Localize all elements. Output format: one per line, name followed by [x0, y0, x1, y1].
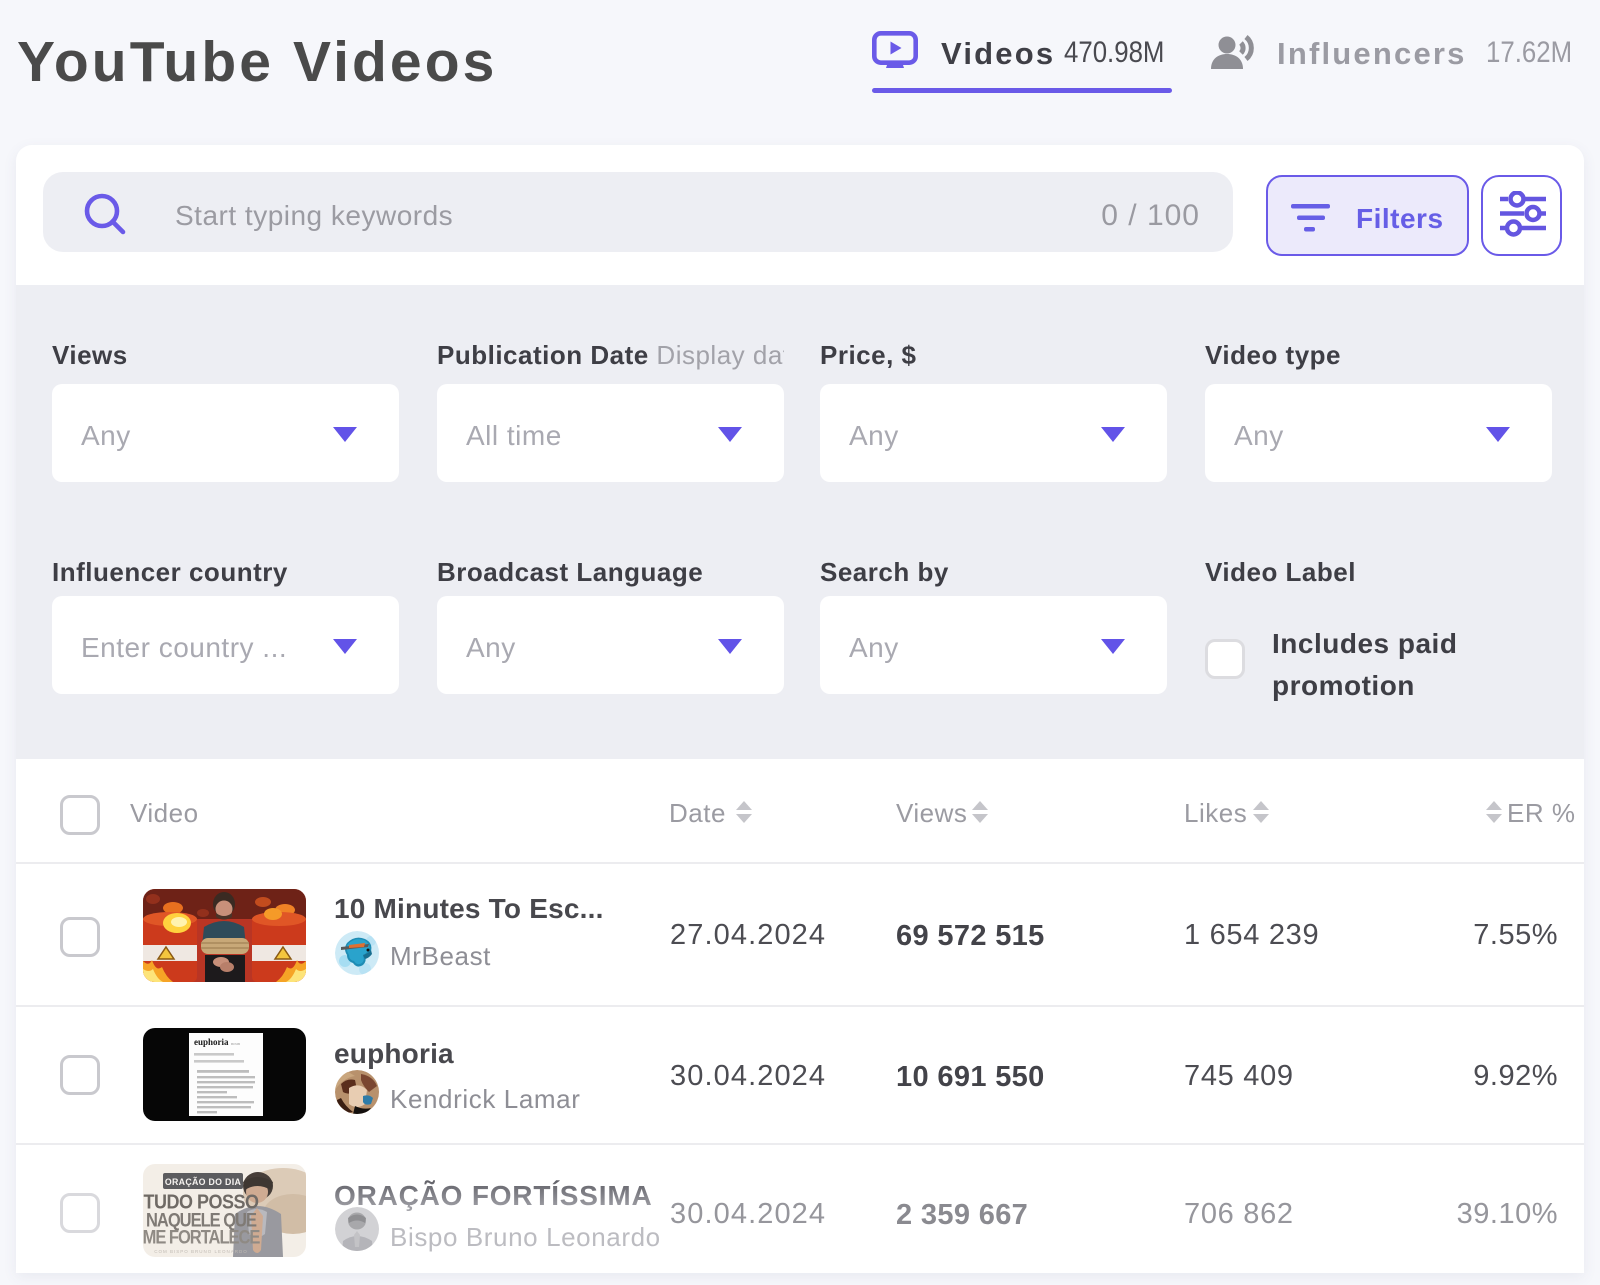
svg-text:euphoria: euphoria: [194, 1037, 229, 1047]
svg-text:ME FORTALECE: ME FORTALECE: [143, 1226, 261, 1247]
svg-text:COM BISPO BRUNO LEONARDO: COM BISPO BRUNO LEONARDO: [154, 1249, 248, 1254]
svg-text:noun: noun: [231, 1041, 241, 1046]
svg-text:ORAÇÃO DO DIA: ORAÇÃO DO DIA: [165, 1177, 242, 1187]
